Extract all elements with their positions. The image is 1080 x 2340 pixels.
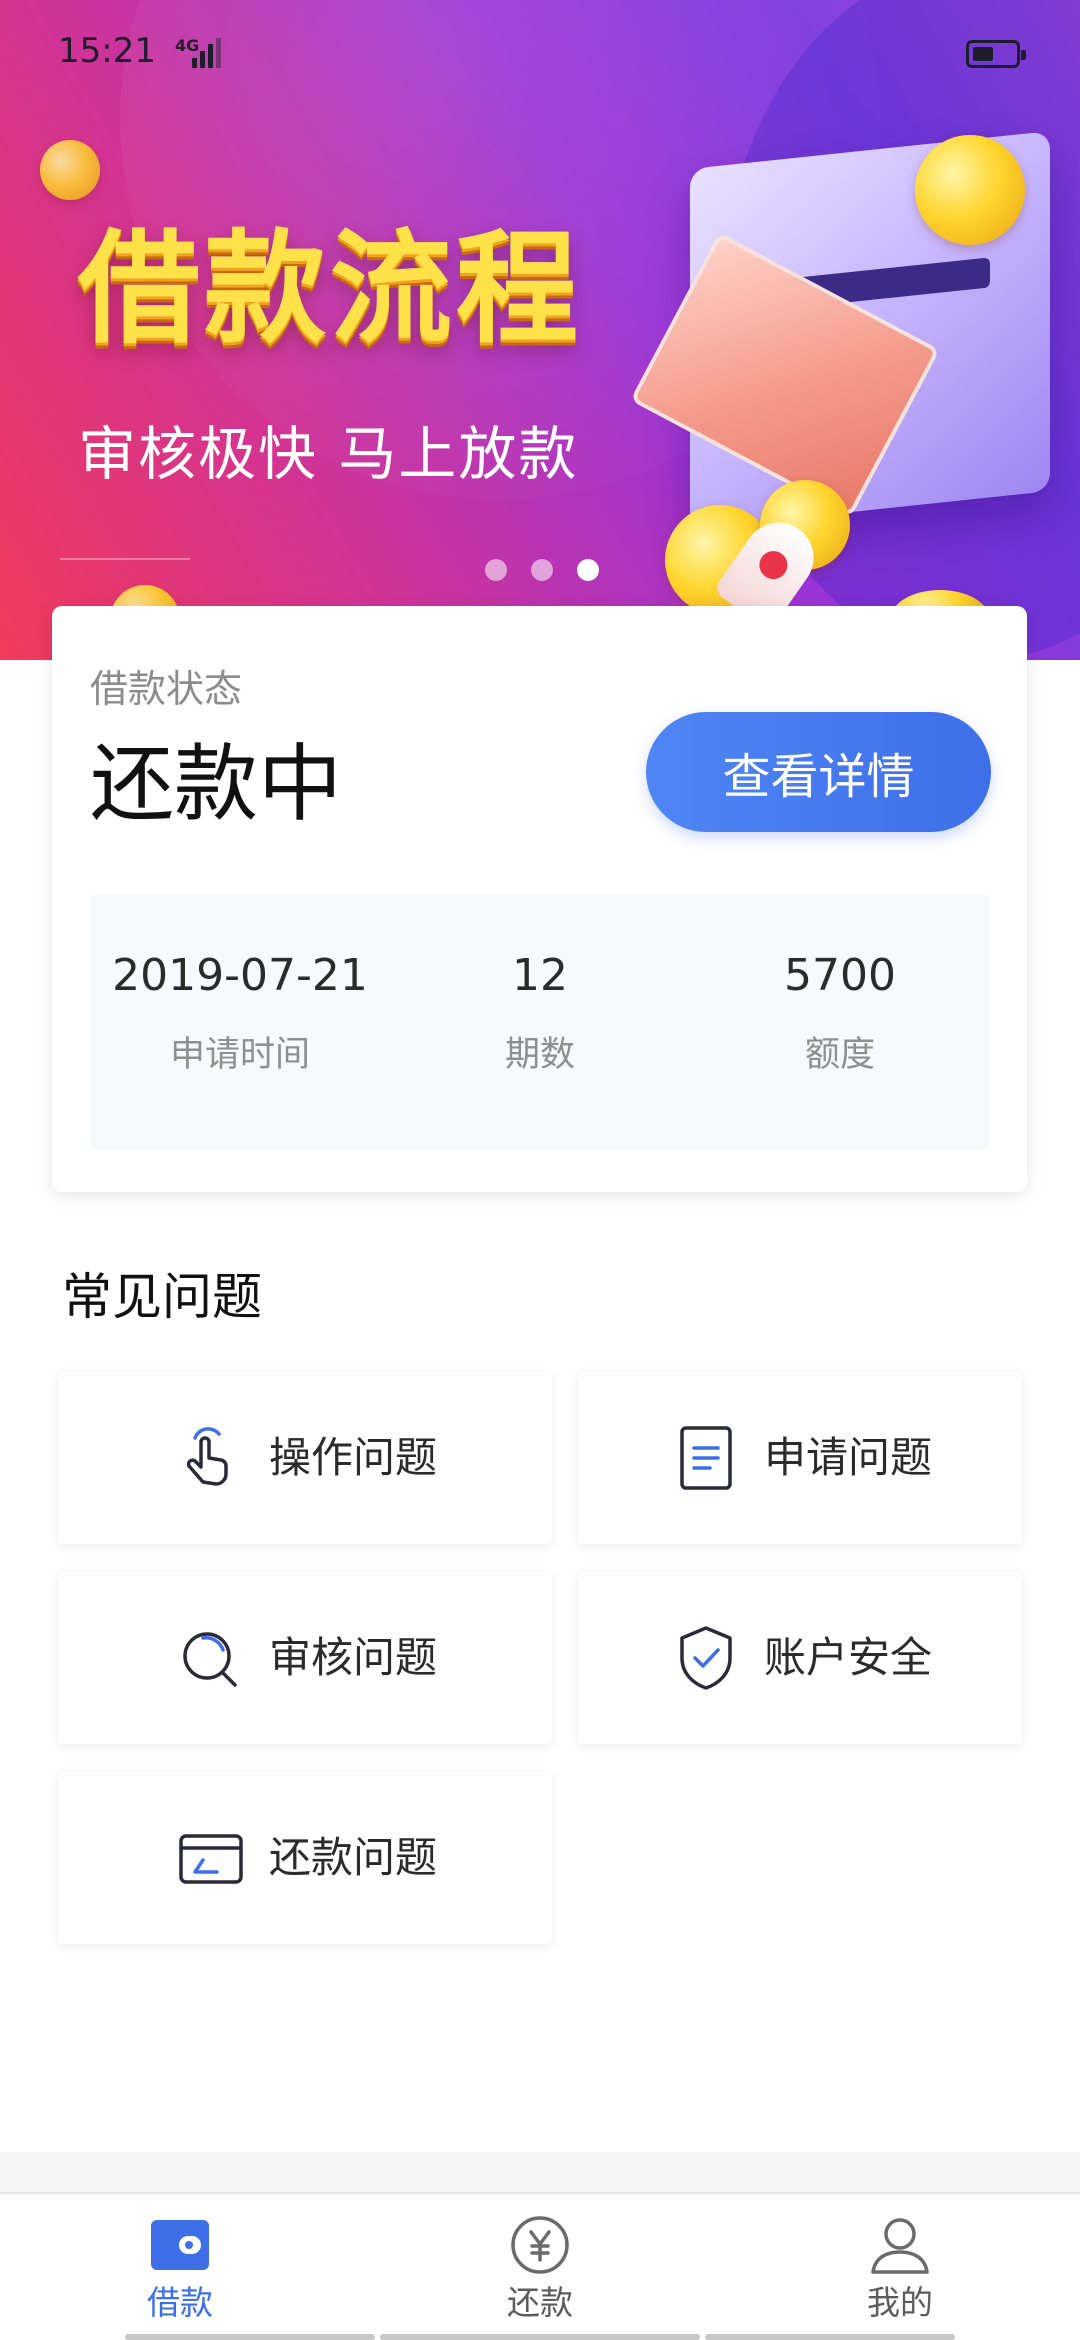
carousel-dot-active[interactable] — [577, 559, 599, 581]
status-time: 15:21 — [58, 31, 156, 71]
user-icon — [871, 2218, 929, 2274]
system-status-bar: 15:21 4G — [0, 0, 1080, 100]
search-icon — [183, 1632, 237, 1687]
stat-periods: 12 期数 — [390, 894, 690, 1149]
banner-title: 借款流程 — [78, 218, 582, 360]
wallet-icon — [151, 2220, 209, 2270]
faq-item-label: 申请问题 — [763, 1433, 932, 1482]
faq-item-label: 还款问题 — [268, 1833, 437, 1882]
loan-status-value: 还款中 — [90, 735, 343, 833]
tap-hand-icon — [186, 1427, 228, 1486]
loan-stats-panel: 2019-07-21 申请时间 12 期数 5700 额度 — [90, 894, 990, 1149]
faq-item-account-security[interactable]: 账户安全 — [578, 1572, 1022, 1744]
gesture-bar — [125, 2334, 375, 2340]
faq-item-label: 审核问题 — [268, 1633, 437, 1682]
document-icon — [680, 1426, 732, 1490]
banner-subtitle: 审核极快 马上放款 — [78, 420, 579, 488]
shield-check-icon — [680, 1626, 732, 1690]
loan-status-label: 借款状态 — [90, 667, 243, 711]
gold-coin-icon — [915, 135, 1025, 245]
stat-value: 12 — [512, 950, 568, 1001]
faq-item-operation[interactable]: 操作问题 — [58, 1372, 552, 1544]
nav-spacer — [0, 2152, 1080, 2192]
gold-coin-icon — [40, 140, 100, 200]
tab-label: 我的 — [867, 2283, 933, 2322]
card-icon — [179, 1834, 243, 1884]
tab-repay[interactable]: 还款 — [360, 2194, 720, 2340]
battery-icon — [966, 40, 1026, 68]
faq-item-label: 账户安全 — [763, 1633, 932, 1682]
banner-divider — [60, 558, 190, 560]
faq-item-repayment[interactable]: 还款问题 — [58, 1772, 552, 1944]
tab-label: 还款 — [507, 2283, 573, 2322]
faq-section-title: 常见问题 — [62, 1268, 262, 1326]
stat-value: 5700 — [784, 950, 896, 1001]
faq-item-review[interactable]: 审核问题 — [58, 1572, 552, 1744]
stat-apply-date: 2019-07-21 申请时间 — [90, 894, 390, 1149]
yen-circle-icon — [511, 2216, 569, 2274]
carousel-indicator — [485, 559, 599, 581]
carousel-dot[interactable] — [531, 559, 553, 581]
tab-borrow[interactable]: 借款 — [0, 2194, 360, 2340]
signal-icon — [192, 38, 221, 68]
stat-label: 期数 — [504, 1035, 575, 1075]
tab-label: 借款 — [147, 2283, 213, 2322]
stat-label: 额度 — [804, 1035, 875, 1075]
tab-mine[interactable]: 我的 — [720, 2194, 1080, 2340]
faq-item-application[interactable]: 申请问题 — [578, 1372, 1022, 1544]
view-details-button[interactable]: 查看详情 — [646, 712, 991, 832]
gesture-bar — [705, 2334, 955, 2340]
stat-value: 2019-07-21 — [112, 950, 368, 1001]
gesture-bar — [380, 2334, 700, 2340]
bottom-tab-bar: 借款 还款 我的 — [0, 2192, 1080, 2340]
stat-label: 申请时间 — [169, 1035, 310, 1075]
stat-amount: 5700 额度 — [690, 894, 990, 1149]
carousel-dot[interactable] — [485, 559, 507, 581]
faq-item-label: 操作问题 — [268, 1433, 437, 1482]
app-screen: 借款流程 审核极快 马上放款 15:21 4G 借款状态 还款中 查看详情 20… — [0, 0, 1080, 2340]
loan-status-card: 借款状态 还款中 查看详情 2019-07-21 申请时间 12 期数 5700… — [52, 606, 1027, 1192]
